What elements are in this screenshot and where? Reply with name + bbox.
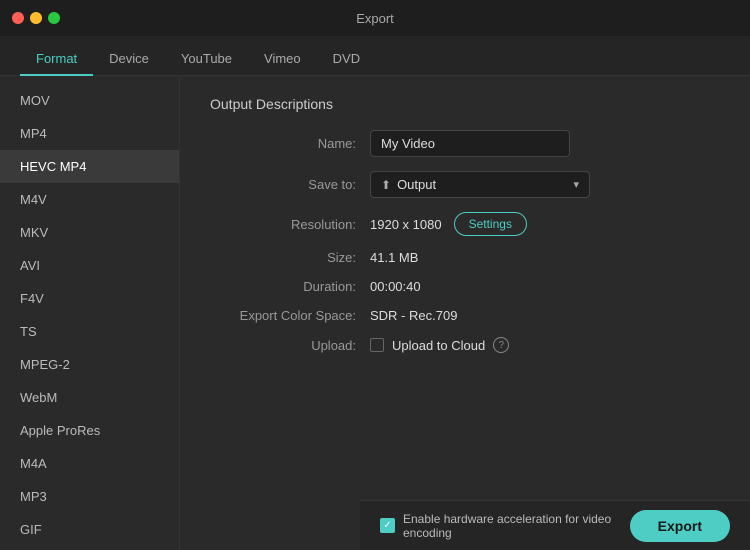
resolution-label: Resolution: — [210, 217, 370, 232]
tab-dvd[interactable]: DVD — [317, 43, 376, 76]
size-label: Size: — [210, 250, 370, 265]
sidebar-item-mov[interactable]: MOV — [0, 84, 179, 117]
content-wrapper: Output Descriptions Name: Save to: ⬆ Out… — [180, 76, 750, 550]
hw-accel-label: Enable hardware acceleration for video e… — [403, 512, 630, 540]
resolution-content: 1920 x 1080 Settings — [370, 212, 527, 236]
duration-row: Duration: 00:00:40 — [210, 279, 720, 294]
color-space-value: SDR - Rec.709 — [370, 308, 457, 323]
tab-device[interactable]: Device — [93, 43, 165, 76]
tabs-bar: Format Device YouTube Vimeo DVD — [0, 36, 750, 76]
tab-youtube[interactable]: YouTube — [165, 43, 248, 76]
sidebar-item-gif[interactable]: GIF — [0, 513, 179, 546]
sidebar-item-mpeg2[interactable]: MPEG-2 — [0, 348, 179, 381]
output-descriptions-title: Output Descriptions — [210, 96, 720, 112]
upload-content: Upload to Cloud ? — [370, 337, 509, 353]
close-button[interactable] — [12, 12, 24, 24]
resolution-row: Resolution: 1920 x 1080 Settings — [210, 212, 720, 236]
hw-accel-row: Enable hardware acceleration for video e… — [380, 512, 630, 540]
duration-label: Duration: — [210, 279, 370, 294]
export-button[interactable]: Export — [630, 510, 730, 542]
hw-accel-checkbox[interactable] — [380, 518, 395, 533]
save-to-row: Save to: ⬆ Output ▾ — [210, 171, 720, 198]
save-to-value: Output — [397, 177, 436, 192]
tab-format[interactable]: Format — [20, 43, 93, 76]
sidebar-item-mp4[interactable]: MP4 — [0, 117, 179, 150]
sidebar-item-hevc-mp4[interactable]: HEVC MP4 — [0, 150, 179, 183]
upload-to-cloud-label: Upload to Cloud — [392, 338, 485, 353]
resolution-value: 1920 x 1080 — [370, 217, 442, 232]
window-controls — [12, 12, 60, 24]
sidebar-item-mkv[interactable]: MKV — [0, 216, 179, 249]
save-to-label: Save to: — [210, 177, 370, 192]
format-sidebar: MOV MP4 HEVC MP4 M4V MKV AVI F4V TS MPEG… — [0, 76, 180, 550]
folder-icon: ⬆ — [381, 178, 391, 192]
minimize-button[interactable] — [30, 12, 42, 24]
tab-vimeo[interactable]: Vimeo — [248, 43, 317, 76]
name-label: Name: — [210, 136, 370, 151]
title-bar: Export — [0, 0, 750, 36]
save-to-dropdown[interactable]: ⬆ Output ▾ — [370, 171, 590, 198]
color-space-row: Export Color Space: SDR - Rec.709 — [210, 308, 720, 323]
sidebar-item-ts[interactable]: TS — [0, 315, 179, 348]
chevron-down-icon: ▾ — [573, 178, 579, 191]
size-value: 41.1 MB — [370, 250, 418, 265]
bottom-bar: Enable hardware acceleration for video e… — [360, 500, 750, 550]
sidebar-item-m4v[interactable]: M4V — [0, 183, 179, 216]
sidebar-item-webm[interactable]: WebM — [0, 381, 179, 414]
window-title: Export — [356, 11, 394, 26]
sidebar-item-apple-prores[interactable]: Apple ProRes — [0, 414, 179, 447]
settings-button[interactable]: Settings — [454, 212, 527, 236]
sidebar-item-avi[interactable]: AVI — [0, 249, 179, 282]
name-input[interactable] — [370, 130, 570, 157]
upload-row: Upload: Upload to Cloud ? — [210, 337, 720, 353]
upload-label: Upload: — [210, 338, 370, 353]
sidebar-item-m4a[interactable]: M4A — [0, 447, 179, 480]
color-space-label: Export Color Space: — [210, 308, 370, 323]
main-content: MOV MP4 HEVC MP4 M4V MKV AVI F4V TS MPEG… — [0, 76, 750, 550]
name-row: Name: — [210, 130, 720, 157]
sidebar-item-f4v[interactable]: F4V — [0, 282, 179, 315]
sidebar-item-mp3[interactable]: MP3 — [0, 480, 179, 513]
duration-value: 00:00:40 — [370, 279, 421, 294]
sidebar-item-av1[interactable]: AV1 — [0, 546, 179, 550]
upload-to-cloud-checkbox[interactable] — [370, 338, 384, 352]
help-icon[interactable]: ? — [493, 337, 509, 353]
content-panel: Output Descriptions Name: Save to: ⬆ Out… — [180, 76, 750, 387]
maximize-button[interactable] — [48, 12, 60, 24]
size-row: Size: 41.1 MB — [210, 250, 720, 265]
